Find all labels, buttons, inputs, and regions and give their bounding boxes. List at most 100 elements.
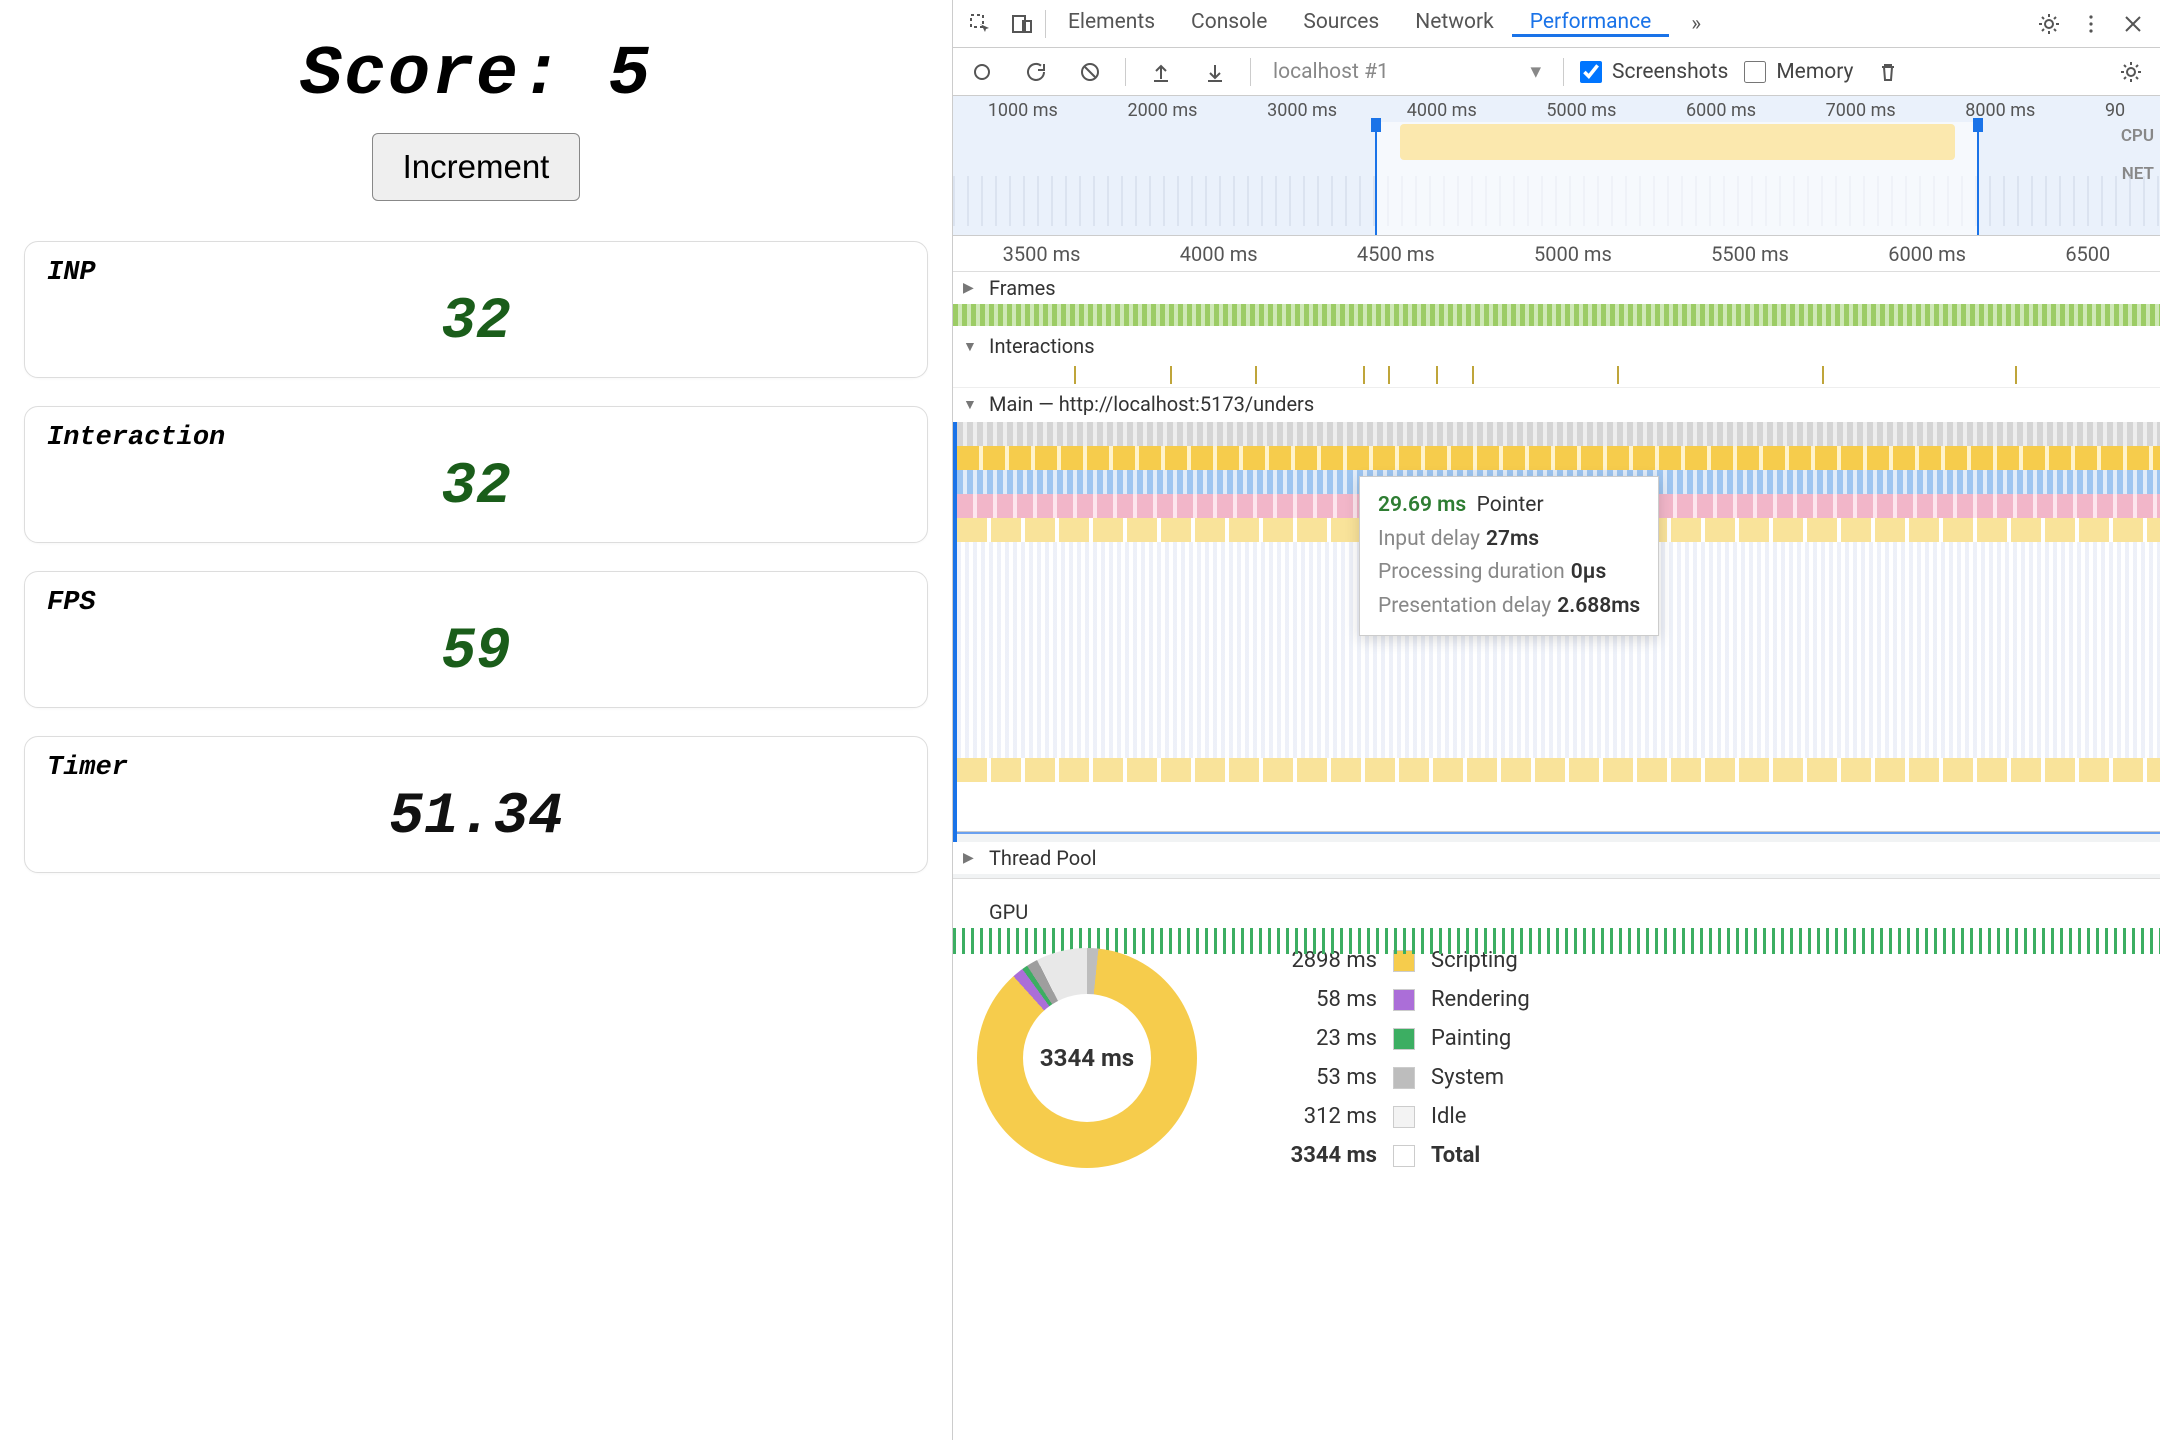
- gc-icon[interactable]: [1869, 53, 1907, 91]
- tab-performance[interactable]: Performance: [1512, 10, 1669, 37]
- app-pane: Score: 5 Increment INP32Interaction32FPS…: [0, 0, 952, 1440]
- metric-card-label: INP: [47, 258, 905, 288]
- interactions-lane[interactable]: [953, 362, 2160, 388]
- interaction-tick[interactable]: [1388, 366, 1390, 384]
- legend-row: 312 msIdle: [1257, 1104, 1530, 1129]
- legend-ms: 3344 ms: [1257, 1143, 1377, 1168]
- tab-network[interactable]: Network: [1397, 10, 1512, 34]
- metric-card-label: Timer: [47, 753, 905, 783]
- track-threadpool-header[interactable]: ▶ Thread Pool: [953, 842, 2160, 874]
- interaction-tick[interactable]: [1617, 366, 1619, 384]
- clear-icon[interactable]: [1071, 53, 1109, 91]
- overview-tick: 5000 ms: [1546, 100, 1616, 121]
- tabs-overflow[interactable]: »: [1673, 0, 1719, 47]
- interaction-tick[interactable]: [1074, 366, 1076, 384]
- device-toolbar-icon[interactable]: [1003, 5, 1041, 43]
- ruler-tick: 5000 ms: [1534, 242, 1612, 266]
- interaction-tick[interactable]: [1255, 366, 1257, 384]
- tab-sources[interactable]: Sources: [1285, 10, 1397, 34]
- flame-chart-area[interactable]: ▶ Frames ▼ Interactions ▼ Main — http://…: [953, 272, 2160, 832]
- tooltip-row-key: Input delay: [1378, 527, 1480, 551]
- overview-timeline[interactable]: 1000 ms2000 ms3000 ms4000 ms5000 ms6000 …: [953, 96, 2160, 236]
- interaction-tick[interactable]: [1472, 366, 1474, 384]
- tab-elements[interactable]: Elements: [1050, 10, 1173, 34]
- screenshots-label: Screenshots: [1612, 60, 1728, 84]
- disclosure-right-icon[interactable]: ▶: [963, 280, 981, 296]
- upload-profile-icon[interactable]: [1142, 53, 1180, 91]
- legend-row: 53 msSystem: [1257, 1065, 1530, 1090]
- track-frames-header[interactable]: ▶ Frames: [953, 272, 2160, 304]
- interaction-tick[interactable]: [1363, 366, 1365, 384]
- ruler-tick: 4000 ms: [1180, 242, 1258, 266]
- legend-name: Idle: [1431, 1104, 1466, 1129]
- track-interactions-header[interactable]: ▼ Interactions: [953, 330, 2160, 362]
- ruler-tick: 6500: [2065, 242, 2110, 266]
- capture-settings-gear-icon[interactable]: [2112, 53, 2150, 91]
- metric-card: Timer51.34: [24, 736, 928, 873]
- ruler-tick: 5500 ms: [1711, 242, 1789, 266]
- settings-gear-icon[interactable]: [2030, 5, 2068, 43]
- legend-ms: 58 ms: [1257, 987, 1377, 1012]
- interaction-tick[interactable]: [2015, 366, 2017, 384]
- disclosure-blank-icon: [963, 904, 981, 920]
- threadpool-lane[interactable]: [953, 874, 2160, 900]
- record-icon[interactable]: [963, 53, 1001, 91]
- tooltip-row-value: 0µs: [1571, 560, 1607, 584]
- legend-swatch: [1393, 1106, 1415, 1128]
- detail-ruler[interactable]: 3500 ms4000 ms4500 ms5000 ms5500 ms6000 …: [953, 236, 2160, 272]
- score-label: Score:: [300, 36, 564, 115]
- ruler-tick: 6000 ms: [1888, 242, 1966, 266]
- track-gpu-header[interactable]: GPU: [953, 900, 2160, 928]
- devtools-tab-bar: ElementsConsoleSourcesNetworkPerformance…: [953, 0, 2160, 48]
- interaction-tick[interactable]: [1822, 366, 1824, 384]
- tooltip-row-value: 27ms: [1486, 527, 1539, 551]
- disclosure-down-icon[interactable]: ▼: [963, 338, 981, 355]
- gpu-lane[interactable]: [953, 928, 2160, 954]
- metric-cards: INP32Interaction32FPS59Timer51.34: [24, 241, 928, 873]
- metric-card: FPS59: [24, 571, 928, 708]
- metric-card-label: FPS: [47, 588, 905, 618]
- download-profile-icon[interactable]: [1196, 53, 1234, 91]
- selection-handle-right[interactable]: [1973, 118, 1983, 132]
- selection-handle-left[interactable]: [1371, 118, 1381, 132]
- donut-center-label: 3344 ms: [1040, 1044, 1134, 1072]
- summary-donut-chart: 3344 ms: [977, 948, 1197, 1168]
- metric-card-label: Interaction: [47, 423, 905, 453]
- track-main-label: Main — http://localhost:5173/unders: [989, 392, 1314, 416]
- overview-tick: 1000 ms: [988, 100, 1058, 121]
- legend-name: Painting: [1431, 1026, 1511, 1051]
- frames-lane[interactable]: [953, 304, 2160, 326]
- screenshots-checkbox[interactable]: Screenshots: [1580, 60, 1728, 84]
- legend-swatch: [1393, 989, 1415, 1011]
- interaction-tick[interactable]: [1436, 366, 1438, 384]
- inspect-icon[interactable]: [961, 5, 999, 43]
- disclosure-down-icon[interactable]: ▼: [963, 396, 981, 413]
- reload-record-icon[interactable]: [1017, 53, 1055, 91]
- increment-button[interactable]: Increment: [372, 133, 581, 201]
- metric-card-value: 32: [47, 290, 905, 355]
- legend-row: 3344 msTotal: [1257, 1143, 1530, 1168]
- main-thread-lane[interactable]: 29.69 ms Pointer Input delay27msProcessi…: [953, 422, 2160, 842]
- memory-checkbox[interactable]: Memory: [1744, 60, 1853, 84]
- close-devtools-icon[interactable]: [2114, 5, 2152, 43]
- overview-tick: 4000 ms: [1407, 100, 1477, 121]
- overview-tick: 90: [2105, 100, 2125, 121]
- tab-console[interactable]: Console: [1173, 10, 1285, 34]
- metric-card-value: 32: [47, 455, 905, 520]
- metric-card: Interaction32: [24, 406, 928, 543]
- disclosure-right-icon[interactable]: ▶: [963, 850, 981, 866]
- score-heading: Score: 5: [24, 36, 928, 115]
- overview-selection[interactable]: [1375, 122, 1979, 235]
- track-frames-label: Frames: [989, 276, 1056, 300]
- recording-selector[interactable]: localhost #1 ▾: [1267, 59, 1547, 84]
- overview-tick: 2000 ms: [1127, 100, 1197, 121]
- interaction-tick[interactable]: [1170, 366, 1172, 384]
- overview-tick: 6000 ms: [1686, 100, 1756, 121]
- memory-label: Memory: [1776, 60, 1853, 84]
- devtools-pane: ElementsConsoleSourcesNetworkPerformance…: [952, 0, 2160, 1440]
- track-main-header[interactable]: ▼ Main — http://localhost:5173/unders: [953, 388, 2160, 420]
- metric-card-value: 51.34: [47, 785, 905, 850]
- separator: [1045, 10, 1046, 38]
- metric-card-value: 59: [47, 620, 905, 685]
- kebab-menu-icon[interactable]: [2072, 5, 2110, 43]
